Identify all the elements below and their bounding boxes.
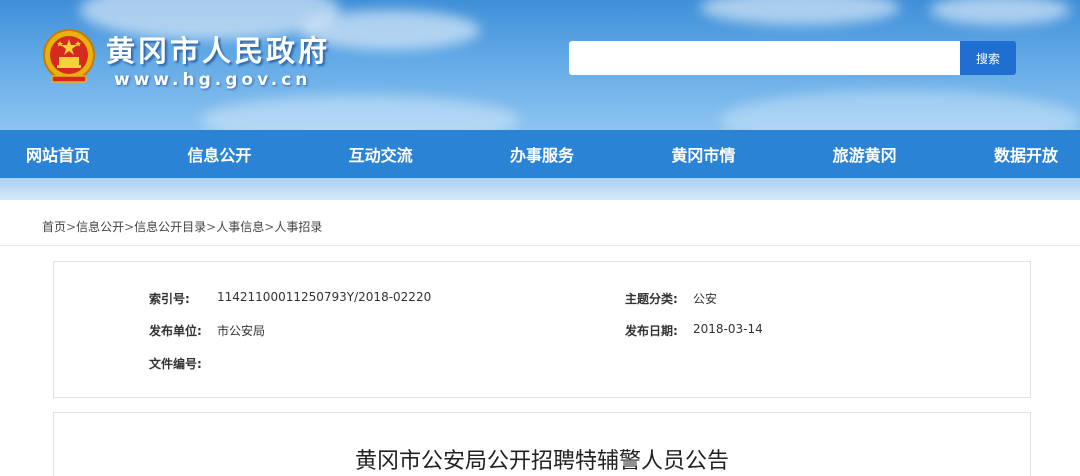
publisher-label: 发布单位: (149, 324, 202, 338)
topic-label: 主题分类: (625, 292, 678, 306)
main-nav: 网站首页 信息公开 互动交流 办事服务 黄冈市情 旅游黄冈 数据开放 (0, 130, 1080, 178)
topic-value: 公安 (693, 292, 718, 306)
article-title: 黄冈市公安局公开招聘特辅警人员公告 (354, 449, 729, 474)
breadcrumb-separator: > (206, 220, 217, 234)
national-emblem-icon[interactable] (42, 28, 96, 86)
nav-divider-strip (0, 178, 1080, 200)
nav-item-city-overview[interactable]: 黄冈市情 (671, 142, 735, 166)
breadcrumb-item-home[interactable]: 首页 (42, 220, 66, 234)
breadcrumb-item-recruitment[interactable]: 人事招录 (274, 220, 322, 234)
nav-item-open-data[interactable]: 数据开放 (994, 142, 1058, 166)
header-banner: 黄冈市人民政府 www.hg.gov.cn 搜索 (0, 0, 1080, 130)
article-panel: 黄冈市公安局公开招聘特辅警人员公告 (53, 412, 1031, 476)
document-number-label: 文件编号: (149, 357, 202, 371)
document-info-panel: 索引号: 11421100011250793Y/2018-02220 主题分类:… (53, 261, 1031, 398)
cloud-decoration (720, 90, 1080, 130)
breadcrumb-separator: > (66, 220, 77, 234)
breadcrumb-item-personnel-info[interactable]: 人事信息 (216, 220, 264, 234)
cloud-decoration (930, 0, 1070, 25)
nav-item-services[interactable]: 办事服务 (510, 142, 574, 166)
nav-item-interaction[interactable]: 互动交流 (349, 142, 413, 166)
publish-date-value: 2018-03-14 (693, 322, 763, 336)
publisher-value: 市公安局 (217, 324, 266, 338)
search-button[interactable]: 搜索 (960, 41, 1016, 75)
breadcrumb-divider (0, 245, 1080, 246)
nav-item-info-disclosure[interactable]: 信息公开 (187, 142, 251, 166)
site-title[interactable]: 黄冈市人民政府 (106, 28, 330, 70)
nav-item-tourism[interactable]: 旅游黄冈 (833, 142, 897, 166)
cloud-decoration (700, 0, 900, 25)
publish-date-label: 发布日期: (625, 324, 678, 338)
index-value: 11421100011250793Y/2018-02220 (217, 290, 432, 304)
breadcrumb-item-info-disclosure[interactable]: 信息公开 (76, 220, 124, 234)
index-label: 索引号: (149, 292, 190, 306)
breadcrumb-separator: > (264, 220, 275, 234)
breadcrumb: 首页>信息公开>信息公开目录>人事信息>人事招录 (42, 218, 322, 235)
breadcrumb-item-catalog[interactable]: 信息公开目录 (134, 220, 206, 234)
cloud-decoration (200, 95, 520, 130)
site-url[interactable]: www.hg.gov.cn (114, 70, 311, 90)
search-input[interactable] (569, 41, 960, 75)
breadcrumb-separator: > (124, 220, 135, 234)
nav-item-home[interactable]: 网站首页 (26, 142, 90, 166)
